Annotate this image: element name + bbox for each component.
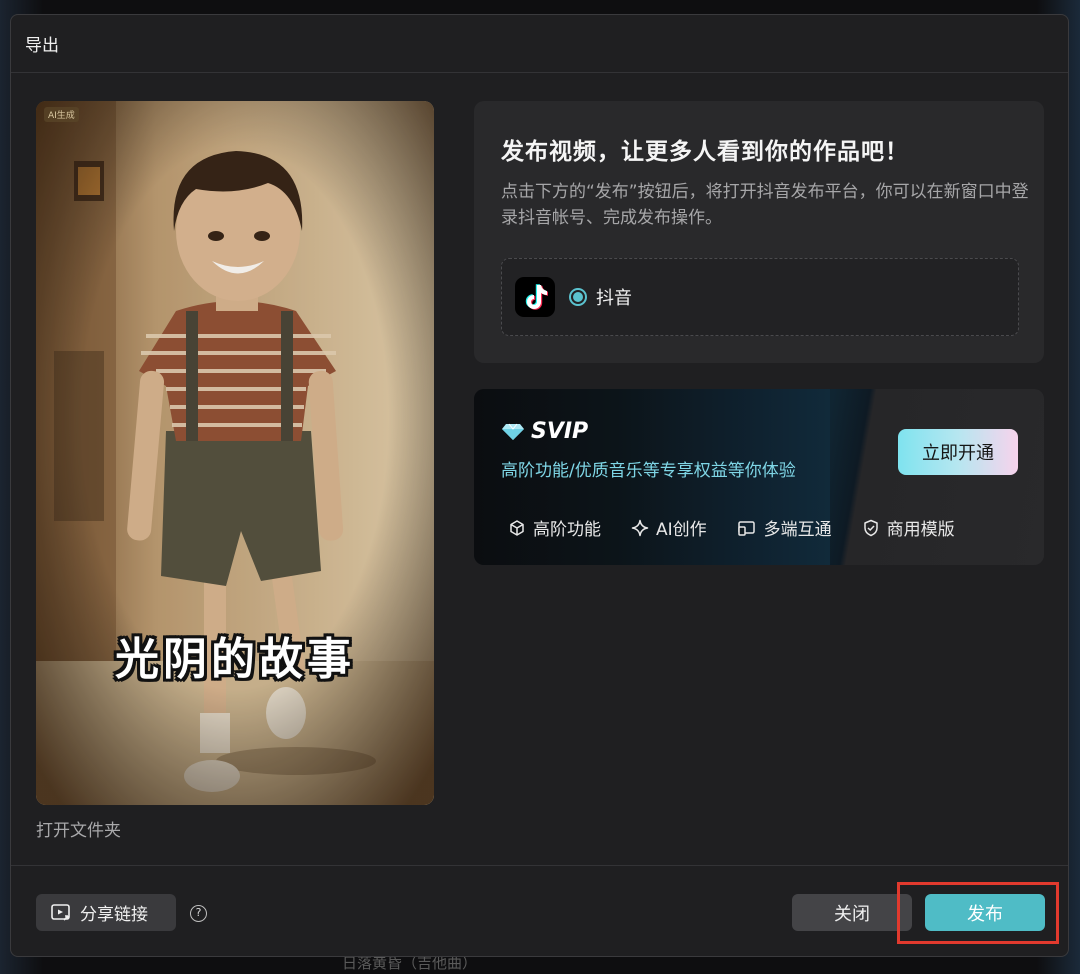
help-icon[interactable]: ? xyxy=(190,905,207,922)
devices-icon xyxy=(737,520,755,536)
cube-icon xyxy=(510,519,524,536)
share-video-icon xyxy=(51,903,70,921)
feature-label: 多端互通 xyxy=(763,520,832,540)
svip-card: SVIP 高阶功能/优质音乐等专享权益等你体验 立即开通 高阶功能 AI创作 多… xyxy=(474,389,1044,565)
export-dialog: 导出 AI生成 光阴的故事 打开文件夹 发布视频，让更多人看到你的作品吧！ 点击… xyxy=(10,14,1069,957)
platform-option-douyin[interactable]: 抖音 xyxy=(501,258,1019,336)
publish-card: 发布视频，让更多人看到你的作品吧！ 点击下方的“发布”按钮后，将打开抖音发布平台… xyxy=(474,101,1044,363)
dialog-title: 导出 xyxy=(25,36,59,56)
diamond-icon xyxy=(502,423,524,440)
platform-label: 抖音 xyxy=(596,288,632,309)
publish-description: 点击下方的“发布”按钮后，将打开抖音发布平台，你可以在新窗口中登录抖音帐号、完成… xyxy=(501,182,1029,228)
feature-label: 商用模版 xyxy=(886,520,955,540)
dialog-titlebar: 导出 xyxy=(11,15,1068,73)
activate-svip-button[interactable]: 立即开通 xyxy=(898,429,1018,475)
svip-header: SVIP xyxy=(501,419,588,444)
platform-radio[interactable] xyxy=(569,288,587,306)
feature-commercial: 商用模版 xyxy=(862,515,955,540)
video-preview[interactable]: AI生成 光阴的故事 xyxy=(36,101,434,805)
share-link-label: 分享链接 xyxy=(80,905,148,925)
svip-label: SVIP xyxy=(531,419,589,444)
feature-ai: AI创作 xyxy=(631,515,707,540)
feature-advanced: 高阶功能 xyxy=(508,515,601,540)
publish-title: 发布视频，让更多人看到你的作品吧！ xyxy=(501,139,909,165)
ai-generated-badge: AI生成 xyxy=(44,107,79,122)
video-caption: 光阴的故事 xyxy=(115,634,355,685)
shield-check-icon xyxy=(863,519,878,536)
feature-label: AI创作 xyxy=(656,520,707,540)
dialog-footer: 分享链接 ? 关闭 发布 xyxy=(11,865,1068,956)
feature-multi-device: 多端互通 xyxy=(737,515,832,540)
open-folder-link[interactable]: 打开文件夹 xyxy=(36,816,121,841)
feature-label: 高阶功能 xyxy=(533,520,601,540)
sparkle-icon xyxy=(631,519,649,536)
tiktok-icon xyxy=(515,277,555,317)
share-link-button[interactable]: 分享链接 xyxy=(36,894,176,931)
preview-image xyxy=(36,101,434,805)
publish-button[interactable]: 发布 xyxy=(925,894,1045,931)
close-button[interactable]: 关闭 xyxy=(792,894,912,931)
svip-features: 高阶功能 AI创作 多端互通 商用模版 xyxy=(508,515,985,540)
svip-subtitle: 高阶功能/优质音乐等专享权益等你体验 xyxy=(501,461,796,481)
